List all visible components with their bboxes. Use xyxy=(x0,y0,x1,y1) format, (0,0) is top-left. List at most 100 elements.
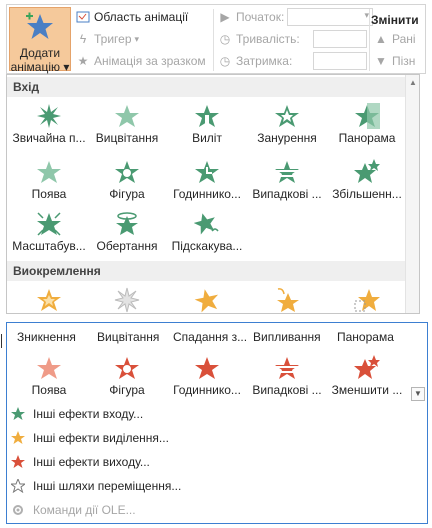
effect-appear[interactable]: Поява xyxy=(9,155,89,207)
scroll-down-button[interactable]: ▼ xyxy=(411,387,425,401)
effect-label: Годиннико... xyxy=(173,187,241,201)
effect-random-bars[interactable]: Випадкові ... xyxy=(247,155,327,207)
effect-label: Випадкові ... xyxy=(252,383,322,397)
animation-painter-label: Анімація за зразком xyxy=(94,54,206,68)
outline-star-icon xyxy=(11,479,25,493)
effect-exit-random-bars[interactable]: Випадкові ... xyxy=(247,351,327,403)
separator xyxy=(213,9,214,71)
more-emphasis-effects[interactable]: Інші ефекти виділення... xyxy=(11,427,169,449)
exit-wheel-star-icon xyxy=(195,357,219,379)
more-exit-effects[interactable]: Інші ефекти виходу... xyxy=(11,451,150,473)
move-later-button[interactable]: ▼ Пізн xyxy=(373,51,415,71)
add-animation-button[interactable]: Додати анімацію ▾ xyxy=(9,7,71,74)
start-row: ▶ Початок: xyxy=(217,7,284,27)
effect-label: Звичайна п... xyxy=(12,131,86,145)
swivel-star-icon xyxy=(116,212,138,235)
color-pulse-star-icon xyxy=(114,287,140,313)
effect-exit-shrink-turn[interactable]: Зменшити ... xyxy=(327,351,407,403)
clock-icon: ◷ xyxy=(219,54,231,68)
grow-turn-star-icon xyxy=(354,159,380,183)
effect-color-pulse[interactable] xyxy=(87,283,167,313)
effect-wipe[interactable]: Панорама xyxy=(327,99,407,151)
effect-label: Зменшити ... xyxy=(331,383,403,397)
scroll-up-icon[interactable]: ▲ xyxy=(409,78,417,87)
bounce-star-icon xyxy=(194,213,219,235)
animation-painter-button[interactable]: ★ Анімація за зразком xyxy=(75,51,206,71)
effect-label: Виліт xyxy=(192,131,222,145)
pulse-star-icon xyxy=(37,289,61,311)
spin-star-icon xyxy=(277,288,299,312)
zoom-star-icon xyxy=(37,212,61,236)
effect-label[interactable]: Спадання з... xyxy=(173,330,247,344)
effect-label: Випадкові ... xyxy=(252,187,322,201)
ole-action-label: Команди дії OLE... xyxy=(33,503,136,517)
triangle-down-icon: ▼ xyxy=(375,54,387,68)
wipe-star-icon xyxy=(355,103,380,129)
chevron-down-icon: ▼ xyxy=(414,389,422,398)
effect-label[interactable]: Зникнення xyxy=(17,330,76,344)
effect-wheel[interactable]: Годиннико... xyxy=(167,155,247,207)
effect-label[interactable]: Панорама xyxy=(337,330,394,344)
move-earlier-label: Рані xyxy=(392,32,416,46)
effect-label: Фігура xyxy=(109,383,145,397)
effect-label: Панорама xyxy=(338,131,396,145)
trigger-button[interactable]: ϟ Тригер ▾ xyxy=(75,29,139,49)
delay-row: ◷ Затримка: xyxy=(217,51,293,71)
animation-pane-icon xyxy=(75,9,91,25)
effect-exit-shape[interactable]: Фігура xyxy=(87,351,167,403)
teeter-star-icon xyxy=(194,289,219,313)
effect-pulse[interactable] xyxy=(9,283,89,313)
effect-zoom[interactable]: Масштабув... xyxy=(9,207,89,259)
effect-bounce[interactable]: Підскакува... xyxy=(167,207,247,259)
effect-appear-basic[interactable]: Звичайна п... xyxy=(9,99,89,151)
trigger-label: Тригер xyxy=(94,32,132,46)
shrink-turn-star-icon xyxy=(354,355,380,379)
effect-spin[interactable] xyxy=(247,283,327,313)
effect-label: Поява xyxy=(31,383,67,397)
disappear-star-icon xyxy=(37,357,61,379)
delay-input[interactable] xyxy=(313,52,367,70)
duration-input[interactable] xyxy=(313,30,367,48)
more-entrance-effects[interactable]: Інші ефекти входу... xyxy=(11,403,143,425)
shape-star-icon xyxy=(115,161,139,183)
more-exit-label: Інші ефекти виходу... xyxy=(33,455,150,469)
painter-icon: ★ xyxy=(77,54,89,68)
exit-random-bars-star-icon xyxy=(275,357,299,379)
effect-label[interactable]: Вицвітання xyxy=(97,330,159,344)
yellow-star-icon xyxy=(11,431,25,444)
effect-teeter[interactable] xyxy=(167,283,247,313)
effect-swivel[interactable]: Обертання xyxy=(87,207,167,259)
exit-effects-row: Поява Фігура Годиннико... Випадкові ... xyxy=(7,351,407,403)
effect-fly-in[interactable]: Виліт xyxy=(167,99,247,151)
effect-grow-turn[interactable]: Збільшенн... xyxy=(327,155,407,207)
play-icon: ▶ xyxy=(220,10,230,24)
fly-in-star-icon xyxy=(195,105,219,127)
effect-exit-disappear[interactable]: Поява xyxy=(9,351,89,403)
effect-exit-wheel[interactable]: Годиннико... xyxy=(167,351,247,403)
gallery-scrollbar[interactable]: ▲ xyxy=(405,75,419,313)
add-animation-label-2: анімацію ▾ xyxy=(10,60,70,74)
effect-label: Занурення xyxy=(257,131,317,145)
effect-label: Підскакува... xyxy=(171,239,243,253)
effect-label[interactable]: Випливання xyxy=(253,330,321,344)
clock-icon: ◷ xyxy=(219,32,231,46)
more-emphasis-label: Інші ефекти виділення... xyxy=(33,431,169,445)
effect-float-in[interactable]: Занурення xyxy=(247,99,327,151)
move-later-label: Пізн xyxy=(392,54,416,68)
appear-star-icon xyxy=(37,161,61,183)
more-motion-paths[interactable]: Інші шляхи переміщення... xyxy=(11,475,181,497)
float-in-star-icon xyxy=(275,105,299,127)
more-entrance-label: Інші ефекти входу... xyxy=(33,407,144,421)
animation-gallery: Вхід Звичайна п... Вицвітання Виліт Зану… xyxy=(6,74,420,314)
ole-action-verbs[interactable]: Команди дії OLE... xyxy=(11,499,136,521)
effect-fade[interactable]: Вицвітання xyxy=(87,99,167,151)
effect-shape[interactable]: Фігура xyxy=(87,155,167,207)
effect-label: Масштабув... xyxy=(12,239,86,253)
gear-icon xyxy=(13,505,23,515)
delay-label: Затримка: xyxy=(236,54,293,68)
red-star-icon xyxy=(11,455,25,468)
start-select[interactable]: ▾ xyxy=(287,8,373,26)
move-earlier-button[interactable]: ▲ Рані xyxy=(373,29,416,49)
animation-pane-button[interactable]: Область анімації xyxy=(75,7,188,27)
effect-grow-shrink[interactable] xyxy=(327,283,407,313)
